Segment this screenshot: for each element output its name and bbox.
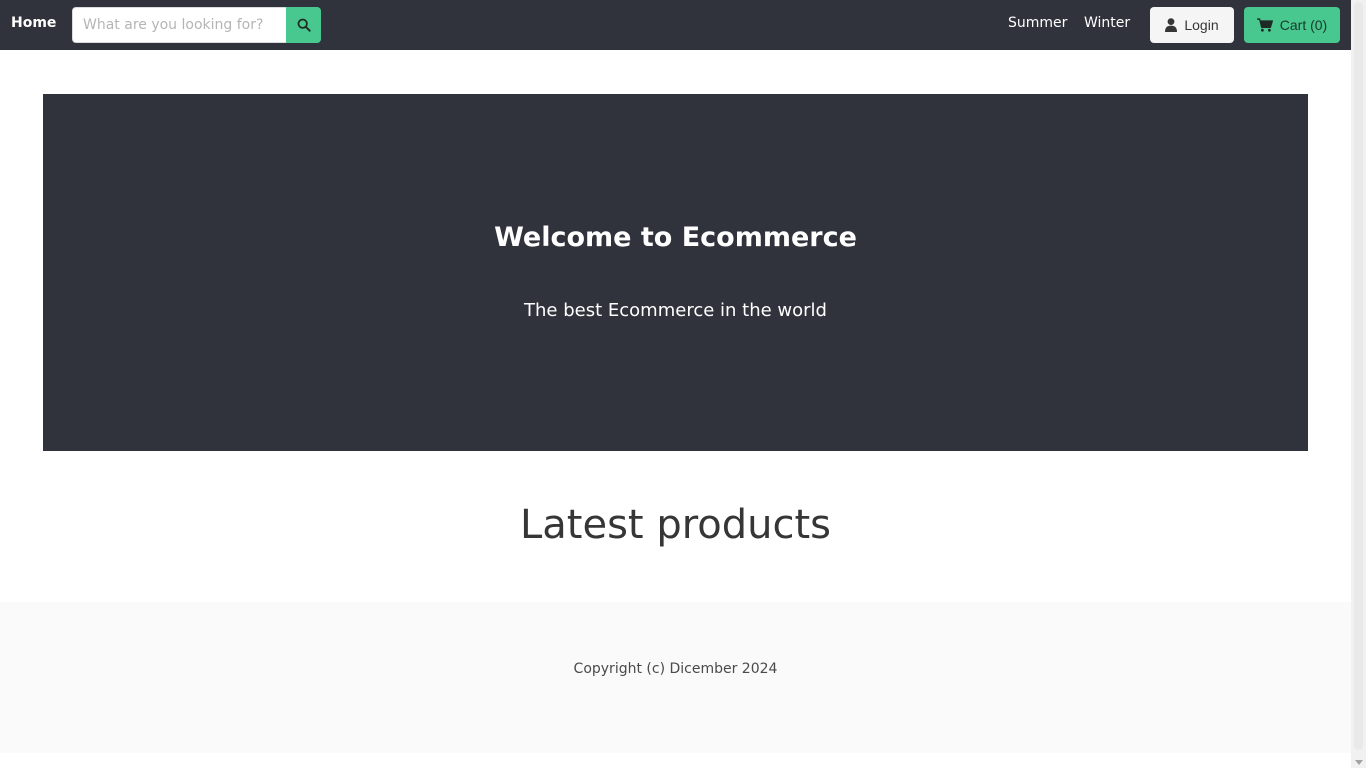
page-bottom-spacer xyxy=(0,753,1351,768)
vertical-scrollbar[interactable] xyxy=(1351,0,1366,768)
search-bar xyxy=(72,7,321,43)
footer-copyright: Copyright (c) Dicember 2024 xyxy=(573,661,778,677)
nav-link-winter[interactable]: Winter xyxy=(1084,15,1130,31)
nav-link-summer[interactable]: Summer xyxy=(1008,15,1067,31)
login-button[interactable]: Login xyxy=(1150,7,1234,43)
home-link[interactable]: Home xyxy=(11,15,56,31)
login-label: Login xyxy=(1184,17,1219,33)
search-button[interactable] xyxy=(286,7,321,43)
hero-subtitle: The best Ecommerce in the world xyxy=(524,300,827,321)
scrollbar-thumb[interactable] xyxy=(1354,2,1363,750)
search-icon xyxy=(297,18,311,32)
latest-products-heading: Latest products xyxy=(519,502,831,548)
cart-label: Cart (0) xyxy=(1279,17,1328,33)
footer: Copyright (c) Dicember 2024 xyxy=(0,602,1351,753)
hero-title: Welcome to Ecommerce xyxy=(494,222,857,253)
navbar: Home Summer Winter Login xyxy=(0,0,1351,50)
search-input[interactable] xyxy=(72,7,286,43)
cart-button[interactable]: Cart (0) xyxy=(1244,7,1340,43)
page: Home Summer Winter Login xyxy=(0,0,1351,768)
shopping-cart-icon xyxy=(1256,18,1273,32)
hero-banner: Welcome to Ecommerce The best Ecommerce … xyxy=(43,94,1308,451)
scroll-down-arrow-icon[interactable] xyxy=(1355,760,1363,765)
user-icon xyxy=(1165,18,1178,32)
